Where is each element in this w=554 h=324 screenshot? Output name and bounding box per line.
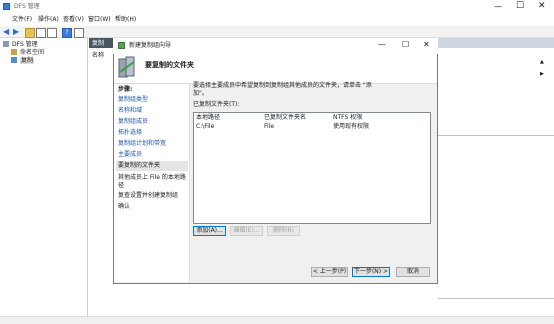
add-button[interactable]: 添加(A)... <box>193 226 226 236</box>
step-confirmation: 确认 <box>118 203 131 210</box>
dialog-heading: 要复制的文件夹 <box>145 61 194 69</box>
dfs-root-icon <box>3 41 9 47</box>
dialog-header <box>114 54 437 84</box>
console-icon[interactable] <box>74 28 84 38</box>
console-tree <box>0 38 88 316</box>
menu-action[interactable]: 操作(A) <box>38 17 59 23</box>
actions-expand-icon[interactable]: ▶ <box>540 72 544 77</box>
dialog-title: 新建复制组向导 <box>129 42 172 49</box>
actions-pane-header <box>438 38 554 48</box>
wizard-icon <box>118 42 125 49</box>
back-arrow-icon[interactable]: ◀ <box>3 28 11 36</box>
step-name-and-domain[interactable]: 名称和域 <box>118 108 142 114</box>
steps-header: 步骤: <box>118 86 133 93</box>
close-button[interactable]: ✕ <box>538 2 546 11</box>
app-icon <box>3 3 10 10</box>
row-local-path: C:\File <box>196 123 215 130</box>
instruction-text: 要选择主要成员中希望复制到复制组其他成员的文件夹，请单击 "添加"。 <box>193 82 372 97</box>
actions-collapse-icon[interactable]: ▲ <box>540 60 544 65</box>
properties-icon[interactable] <box>47 28 57 38</box>
namespace-icon <box>11 49 17 55</box>
tree-item-namespaces[interactable]: 命名空间 <box>20 50 44 56</box>
step-topology[interactable]: 拓扑选择 <box>118 130 142 136</box>
minimize-button[interactable]: — <box>494 3 502 11</box>
help-icon[interactable]: ? <box>62 28 72 38</box>
menu-window[interactable]: 窗口(W) <box>88 17 111 23</box>
show-tree-icon[interactable] <box>36 28 46 38</box>
server-tower-icon <box>118 56 136 80</box>
menu-file[interactable]: 文件(F) <box>12 17 32 23</box>
step-replication-group-type[interactable]: 复制组类型 <box>118 97 148 103</box>
window-title: DFS 管理 <box>14 3 40 10</box>
step-local-path-on-other-members: 其他成员上 File 的本地路径 <box>118 174 186 189</box>
results-pane <box>89 38 113 316</box>
row-folder-name: File <box>264 123 275 130</box>
step-primary-member[interactable]: 主要成员 <box>118 152 142 158</box>
dialog-close-button[interactable]: ✕ <box>423 41 430 49</box>
next-button[interactable]: 下一步(N) > <box>352 267 390 277</box>
column-header-ntfs-permissions[interactable]: NTFS 权限 <box>333 115 362 121</box>
step-review-and-create: 复查设置并创建复制组 <box>118 192 179 199</box>
list-label: 已复制文件夹(T): <box>193 101 240 108</box>
tree-item-replication[interactable]: 复制 <box>20 58 35 64</box>
window-title-bar: DFS 管理 — ☐ ✕ <box>0 0 554 14</box>
menu-view[interactable]: 查看(V) <box>63 17 84 23</box>
back-button[interactable]: < 上一步(P) <box>311 267 348 277</box>
step-schedule-bandwidth[interactable]: 复制组计划和带宽 <box>118 141 166 147</box>
forward-arrow-icon[interactable]: ▶ <box>13 28 21 36</box>
dialog-title-bar: 新建复制组向导 — ☐ ✕ <box>113 38 438 54</box>
menu-help[interactable]: 帮助(H) <box>115 17 136 23</box>
step-folders-to-replicate: 要复制的文件夹 <box>118 162 161 169</box>
row-ntfs-permissions: 使用现有权限 <box>333 123 370 130</box>
column-header-folder-name[interactable]: 已复制文件夹名 <box>264 115 306 121</box>
maximize-button[interactable]: ☐ <box>516 2 524 11</box>
tree-item-dfs-management[interactable]: DFS 管理 <box>12 42 38 48</box>
actions-pane <box>438 38 554 316</box>
table-row[interactable] <box>194 122 430 131</box>
up-folder-icon[interactable] <box>25 28 35 38</box>
results-pane-title: 复制 <box>92 40 105 47</box>
edit-button[interactable]: 编辑(E)... <box>230 226 263 236</box>
step-members[interactable]: 复制组成员 <box>118 119 148 125</box>
replication-icon <box>11 57 17 63</box>
dialog-minimize-button[interactable]: — <box>378 41 386 49</box>
actions-pane-divider <box>438 298 554 299</box>
cancel-button[interactable]: 取消 <box>396 267 430 277</box>
actions-pane-divider <box>438 135 554 136</box>
column-header-local-path[interactable]: 本地路径 <box>196 115 220 121</box>
dialog-maximize-button[interactable]: ☐ <box>402 41 409 49</box>
column-header-name[interactable]: 名称 <box>92 53 104 59</box>
status-bar <box>0 316 554 324</box>
remove-button[interactable]: 删除(R) <box>267 226 300 236</box>
